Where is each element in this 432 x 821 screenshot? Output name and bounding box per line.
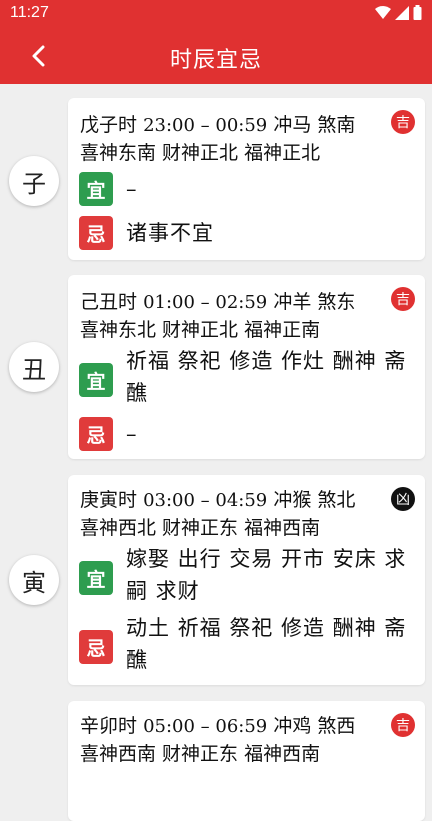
hour-title: 辛卯时 — [80, 715, 138, 737]
hour-gods: 喜神东北 财神正北 福神正南 — [80, 319, 321, 341]
hour-title: 庚寅时 — [80, 489, 138, 511]
hour-card[interactable]: 己丑时 01:00 – 02:59 冲羊 煞东 吉 喜神东北 财神正北 福神正南… — [68, 275, 425, 459]
ji-items: 诸事不宜 — [126, 221, 214, 245]
hour-title: 己丑时 — [80, 291, 138, 313]
ji-items: – — [126, 422, 138, 446]
hour-header: 辛卯时 05:00 – 06:59 冲鸡 煞西 — [80, 711, 355, 738]
hour-card[interactable]: 戊子时 23:00 – 00:59 冲马 煞南 吉 喜神东南 财神正北 福神正北… — [68, 98, 425, 260]
hour-card[interactable]: 辛卯时 05:00 – 06:59 冲鸡 煞西 吉 喜神西南 财神正东 福神西南 — [68, 701, 425, 821]
yi-tag: 宜 — [79, 561, 113, 595]
hour-branch-badge: 丑 — [9, 342, 59, 392]
ji-tag: 忌 — [79, 216, 113, 250]
luck-badge: 吉 — [391, 287, 415, 311]
luck-badge: 凶 — [391, 487, 415, 511]
hour-card[interactable]: 庚寅时 03:00 – 04:59 冲猴 煞北 凶 喜神西北 财神正东 福神西南… — [68, 475, 425, 685]
page-title: 时辰宜忌 — [169, 48, 262, 73]
status-bar: 11:27 — [0, 0, 432, 28]
signal-icon — [395, 5, 409, 20]
status-icons — [375, 5, 422, 20]
yi-items: 嫁娶 出行 交易 开市 安床 求嗣 求财 — [126, 547, 407, 603]
hour-clash: 冲马 煞南 — [273, 114, 356, 136]
ji-tag: 忌 — [79, 630, 113, 664]
hour-clash: 冲猴 煞北 — [273, 489, 356, 511]
hour-gods: 喜神西南 财神正东 福神西南 — [80, 743, 321, 765]
hour-list[interactable]: 子 戊子时 23:00 – 00:59 冲马 煞南 吉 喜神东南 财神正北 福神… — [0, 84, 432, 821]
hour-title: 戊子时 — [80, 114, 138, 136]
ji-items: 动土 祈福 祭祀 修造 酬神 斋醮 — [126, 616, 407, 672]
hour-time-range: 03:00 – 04:59 — [143, 490, 268, 511]
hour-branch-badge: 寅 — [9, 555, 59, 605]
hour-time-range: 23:00 – 00:59 — [143, 115, 268, 136]
yi-items: 祈福 祭祀 修造 作灶 酬神 斋醮 — [126, 349, 407, 405]
luck-badge: 吉 — [391, 110, 415, 134]
yi-items: – — [126, 177, 138, 201]
hour-header: 庚寅时 03:00 – 04:59 冲猴 煞北 — [80, 485, 355, 512]
hour-header: 己丑时 01:00 – 02:59 冲羊 煞东 — [80, 287, 355, 314]
hour-gods: 喜神东南 财神正北 福神正北 — [80, 142, 321, 164]
yi-tag: 宜 — [79, 363, 113, 397]
hour-gods: 喜神西北 财神正东 福神西南 — [80, 517, 321, 539]
status-time: 11:27 — [10, 4, 49, 21]
luck-badge: 吉 — [391, 713, 415, 737]
yi-tag: 宜 — [79, 172, 113, 206]
battery-icon — [413, 5, 422, 20]
hour-header: 戊子时 23:00 – 00:59 冲马 煞南 — [80, 110, 355, 137]
hour-time-range: 01:00 – 02:59 — [143, 292, 268, 313]
app-bar: 时辰宜忌 — [0, 28, 432, 84]
ji-tag: 忌 — [79, 417, 113, 451]
hour-clash: 冲鸡 煞西 — [273, 715, 356, 737]
hour-clash: 冲羊 煞东 — [273, 291, 356, 313]
hour-time-range: 05:00 – 06:59 — [143, 716, 268, 737]
wifi-icon — [375, 5, 391, 19]
hour-branch-badge: 子 — [9, 156, 59, 206]
